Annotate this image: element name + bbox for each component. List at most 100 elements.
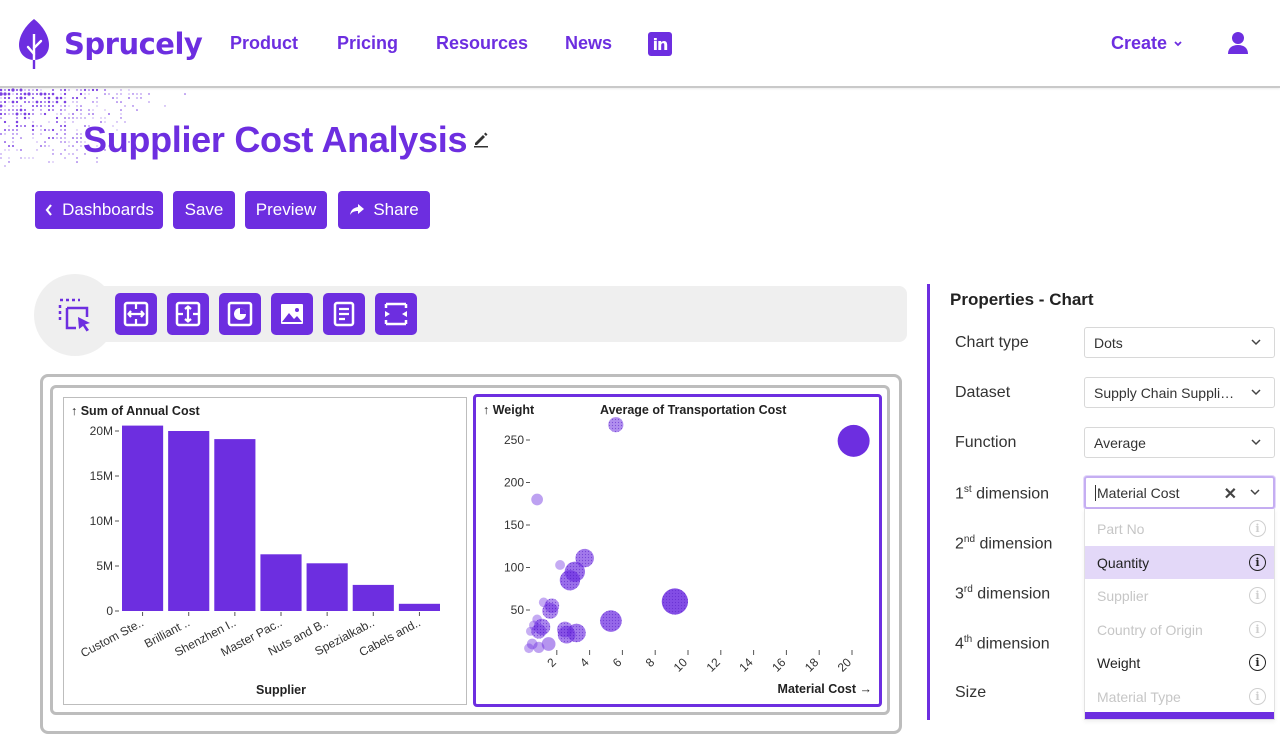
brand-logo[interactable]: Sprucely: [18, 18, 203, 70]
decorative-dot: [32, 121, 34, 123]
tool-image[interactable]: [271, 293, 313, 335]
info-icon[interactable]: i: [1249, 554, 1266, 571]
decorative-dot: [7, 88, 11, 92]
dataset-select[interactable]: Supply Chain Suppli…: [1084, 377, 1275, 408]
bar-y-tick-label: 0: [106, 604, 113, 618]
tool-vertical-split[interactable]: [167, 293, 209, 335]
decorative-dot: [0, 97, 2, 99]
dropdown-next-option-partial[interactable]: [1085, 712, 1274, 719]
info-icon[interactable]: i: [1249, 587, 1266, 604]
scatter-point[interactable]: [541, 637, 556, 651]
decorative-dot: [48, 121, 50, 123]
scatter-x-tick-label: 12: [704, 655, 724, 675]
share-button[interactable]: Share: [338, 191, 430, 229]
select-tool-button[interactable]: [34, 274, 116, 356]
decorative-dot: [40, 89, 42, 91]
decorative-dot: [56, 133, 58, 135]
decorative-dot: [91, 88, 95, 92]
scatter-point[interactable]: [837, 424, 870, 457]
nav-link-resources[interactable]: Resources: [436, 33, 528, 54]
decorative-dot: [140, 93, 142, 95]
decorative-dot: [55, 96, 59, 100]
decorative-dot: [15, 100, 19, 104]
preview-button[interactable]: Preview: [245, 191, 327, 229]
function-label: Function: [955, 434, 1017, 451]
scatter-point-texture: [600, 610, 622, 632]
dimension-1-combobox[interactable]: Material Cost ✕: [1084, 476, 1275, 509]
linkedin-icon[interactable]: in: [648, 32, 672, 56]
bar[interactable]: [168, 431, 210, 611]
nav-link-pricing[interactable]: Pricing: [337, 33, 398, 54]
dimension-3-suffix: dimension: [972, 585, 1051, 603]
scatter-chart-widget-selected[interactable]: ↑ Weight Average of Transportation Cost …: [473, 394, 882, 707]
decorative-dot: [60, 109, 62, 111]
decorative-dot: [76, 133, 78, 135]
bar[interactable]: [352, 584, 394, 611]
decorative-dot: [12, 93, 14, 95]
decorative-dot: [20, 125, 22, 127]
dimension-4-ordinal: th: [963, 634, 973, 645]
info-icon[interactable]: i: [1249, 621, 1266, 638]
chart-type-select[interactable]: Dots: [1084, 327, 1275, 358]
spacer-icon: [384, 302, 408, 326]
tool-spacer[interactable]: [375, 293, 417, 335]
decorative-dot: [4, 89, 6, 91]
clear-icon[interactable]: ✕: [1224, 484, 1237, 504]
decorative-dot: [40, 133, 42, 135]
bar[interactable]: [306, 563, 348, 611]
scatter-point-texture: [661, 588, 689, 615]
info-icon[interactable]: i: [1249, 654, 1266, 671]
decorative-dot: [68, 117, 70, 119]
properties-panel-divider[interactable]: [927, 284, 930, 720]
decorative-dot: [24, 89, 26, 91]
user-icon[interactable]: [1227, 31, 1249, 55]
decorative-dot: [4, 149, 6, 151]
decorative-dot: [72, 121, 74, 123]
select-cursor-icon: [58, 298, 90, 332]
bar[interactable]: [122, 425, 164, 611]
tool-horizontal-split[interactable]: [115, 293, 157, 335]
bar[interactable]: [260, 554, 302, 611]
scatter-point[interactable]: [555, 560, 566, 570]
decorative-dot: [47, 96, 51, 100]
scatter-x-tick-label: 2: [544, 655, 559, 670]
decorative-dot: [12, 113, 14, 115]
decorative-dot: [128, 89, 130, 91]
bar[interactable]: [398, 603, 440, 611]
nav-link-news[interactable]: News: [565, 33, 612, 54]
option-quantity[interactable]: Quantity i: [1085, 546, 1274, 579]
pencil-icon[interactable]: [472, 130, 490, 148]
chevron-down-icon[interactable]: [1249, 486, 1261, 498]
decorative-dot: [52, 101, 54, 103]
info-icon[interactable]: i: [1249, 520, 1266, 537]
info-icon[interactable]: i: [1249, 688, 1266, 705]
decorative-dot: [80, 105, 82, 107]
decorative-dot: [68, 105, 70, 107]
tool-chart[interactable]: [219, 293, 261, 335]
spruce-leaf-icon: [19, 19, 49, 69]
create-menu-button[interactable]: Create: [1111, 33, 1183, 54]
bar-chart-widget[interactable]: ↑ Sum of Annual Cost Supplier 0 5M 10M 15M 2…: [63, 397, 467, 705]
dimension-4-suffix: dimension: [972, 635, 1050, 653]
nav-link-product[interactable]: Product: [230, 33, 298, 54]
decorative-dot: [51, 104, 55, 108]
decorative-dot: [0, 153, 2, 155]
scatter-point[interactable]: [531, 493, 543, 506]
decorative-dot: [31, 128, 35, 132]
tool-text[interactable]: [323, 293, 365, 335]
decorative-dot: [36, 105, 38, 107]
decorative-dot: [60, 105, 62, 107]
decorative-dot: [68, 141, 70, 143]
dashboards-button[interactable]: Dashboards: [35, 191, 163, 229]
decorative-dot: [36, 141, 38, 143]
bar[interactable]: [214, 439, 256, 611]
option-weight[interactable]: Weight i: [1085, 646, 1274, 679]
scatter-x-tick-label: 4: [577, 655, 592, 670]
save-button[interactable]: Save: [173, 191, 235, 229]
scatter-y-axis-label: ↑ Weight: [483, 403, 535, 417]
scatter-x-tick-label: 10: [671, 655, 691, 675]
scatter-points: [524, 417, 870, 654]
bar-y-tick-label: 5M: [96, 559, 113, 573]
decorative-dot: [64, 97, 66, 99]
function-select[interactable]: Average: [1084, 427, 1275, 458]
